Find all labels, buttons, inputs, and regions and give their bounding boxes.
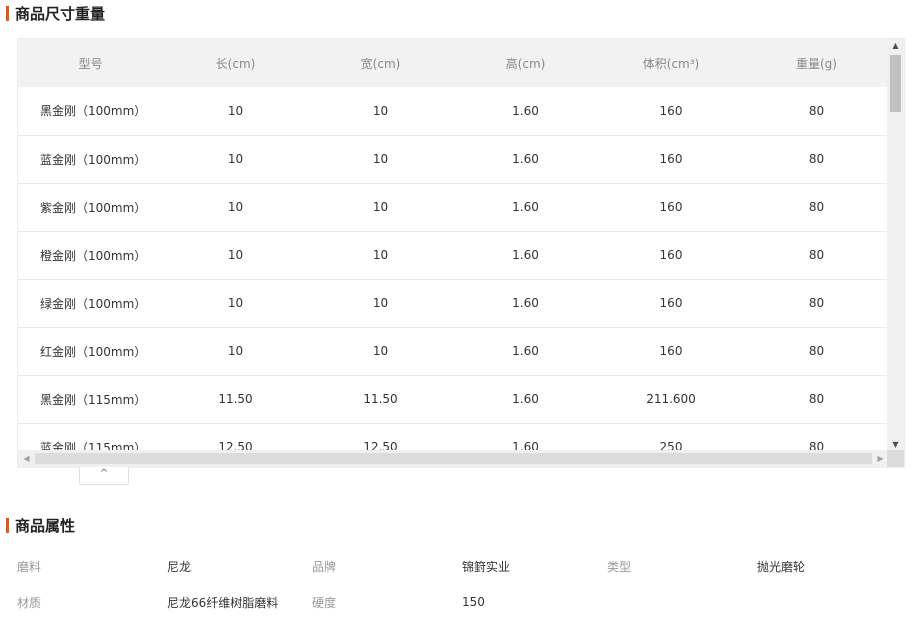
cell-model: 红金刚（100mm） — [40, 344, 147, 359]
cell-height: 1.60 — [512, 103, 539, 118]
cell-weight: 80 — [808, 344, 825, 358]
cell-volume: 211.600 — [646, 392, 696, 406]
cell-height: 1.60 — [512, 344, 539, 358]
header-volume: 体积(cm³) — [642, 56, 700, 71]
cell-height: 1.60 — [512, 392, 539, 406]
cell-model: 蓝金刚（115mm） — [40, 440, 147, 453]
cell-length: 10 — [227, 200, 244, 214]
header-width: 宽(cm) — [360, 56, 401, 71]
attr-label-type: 类型 — [607, 559, 632, 574]
cell-width: 10 — [372, 152, 389, 166]
collapse-button[interactable]: ^ — [79, 467, 129, 485]
cell-width: 10 — [372, 296, 389, 310]
size-table-container: 型号 长(cm) 宽(cm) 高(cm) 体积(cm³) 重量(g) 黑金刚（1… — [17, 38, 905, 468]
cell-width: 12.50 — [363, 440, 398, 452]
cell-volume: 160 — [659, 344, 683, 358]
attr-value-brand: 锦篈实业 — [462, 559, 511, 574]
cell-weight: 80 — [808, 248, 825, 262]
cell-length: 12.50 — [218, 440, 253, 452]
cell-volume: 160 — [659, 248, 683, 262]
cell-width: 11.50 — [363, 392, 398, 406]
cell-height: 1.60 — [512, 248, 539, 262]
cell-length: 10 — [227, 152, 244, 166]
header-height: 高(cm) — [505, 56, 546, 71]
cell-volume: 160 — [659, 103, 683, 118]
cell-weight: 80 — [808, 103, 825, 118]
cell-width: 10 — [372, 344, 389, 358]
size-table-viewport[interactable]: 型号 长(cm) 宽(cm) 高(cm) 体积(cm³) 重量(g) 黑金刚（1… — [18, 39, 889, 452]
vertical-scrollbar[interactable]: ▲ ▼ — [887, 39, 904, 452]
table-row: 紫金刚（100mm） 10 10 1.60 160 80 — [18, 183, 889, 231]
table-row: 橙金刚（100mm） 10 10 1.60 160 80 — [18, 231, 889, 279]
cell-volume: 160 — [659, 296, 683, 310]
size-section-title-text: 商品尺寸重量 — [15, 4, 106, 23]
cell-length: 11.50 — [218, 392, 253, 406]
cell-model: 蓝金刚（100mm） — [40, 152, 147, 167]
cell-length: 10 — [227, 296, 244, 310]
cell-height: 1.60 — [512, 296, 539, 310]
attr-value-abrasive: 尼龙 — [167, 559, 192, 574]
cell-length: 10 — [227, 103, 244, 118]
size-table: 型号 长(cm) 宽(cm) 高(cm) 体积(cm³) 重量(g) 黑金刚（1… — [18, 39, 889, 452]
cell-length: 10 — [227, 344, 244, 358]
chevron-up-icon: ^ — [99, 468, 109, 479]
cell-length: 10 — [227, 248, 244, 262]
attr-value-type: 抛光磨轮 — [757, 559, 806, 574]
header-model: 型号 — [78, 56, 103, 71]
table-row: 蓝金刚（115mm） 12.50 12.50 1.60 250 80 — [18, 423, 889, 452]
cell-width: 10 — [372, 200, 389, 214]
cell-width: 10 — [372, 248, 389, 262]
cell-weight: 80 — [808, 440, 825, 452]
attr-label-brand: 品牌 — [312, 559, 337, 574]
attr-label-abrasive: 磨料 — [17, 559, 42, 574]
attribute-list: 磨料 尼龙 品牌 锦篈实业 类型 抛光磨轮 材质 尼龙66纤维树脂磨料 硬度 1… — [17, 548, 905, 620]
table-row: 黑金刚（100mm） 10 10 1.60 160 80 — [18, 87, 889, 135]
cell-model: 黑金刚（115mm） — [40, 392, 147, 407]
attr-section-title: 商品属性 — [6, 515, 75, 535]
attr-value-hardness: 150 — [462, 595, 485, 609]
cell-height: 1.60 — [512, 440, 539, 452]
attribute-row: 磨料 尼龙 品牌 锦篈实业 类型 抛光磨轮 — [17, 548, 905, 584]
section-accent-bar — [6, 517, 9, 533]
table-row: 蓝金刚（100mm） 10 10 1.60 160 80 — [18, 135, 889, 183]
vertical-scroll-thumb[interactable] — [890, 55, 901, 112]
size-section-title: 商品尺寸重量 — [6, 3, 105, 23]
cell-volume: 160 — [659, 200, 683, 214]
cell-model: 橙金刚（100mm） — [40, 248, 147, 263]
table-header-row: 型号 长(cm) 宽(cm) 高(cm) 体积(cm³) 重量(g) — [18, 39, 889, 87]
cell-model: 紫金刚（100mm） — [40, 200, 147, 215]
cell-model: 绿金刚（100mm） — [40, 296, 147, 311]
scroll-left-icon[interactable]: ◀ — [18, 450, 35, 467]
cell-weight: 80 — [808, 152, 825, 166]
cell-height: 1.60 — [512, 152, 539, 166]
table-row: 绿金刚（100mm） 10 10 1.60 160 80 — [18, 279, 889, 327]
table-row: 黑金刚（115mm） 11.50 11.50 1.60 211.600 80 — [18, 375, 889, 423]
cell-volume: 160 — [659, 152, 683, 166]
cell-volume: 250 — [659, 440, 683, 452]
header-weight: 重量(g) — [796, 56, 837, 71]
cell-weight: 80 — [808, 200, 825, 214]
table-row: 红金刚（100mm） 10 10 1.60 160 80 — [18, 327, 889, 375]
cell-model: 黑金刚（100mm） — [40, 104, 147, 119]
header-length: 长(cm) — [215, 56, 256, 71]
scroll-up-icon[interactable]: ▲ — [887, 39, 904, 53]
scrollbar-corner — [887, 450, 904, 467]
horizontal-scrollbar[interactable]: ◀ ▶ — [18, 450, 889, 467]
horizontal-scroll-thumb[interactable] — [35, 453, 872, 464]
cell-weight: 80 — [808, 392, 825, 406]
attribute-row: 材质 尼龙66纤维树脂磨料 硬度 150 — [17, 584, 905, 620]
cell-width: 10 — [372, 103, 389, 118]
cell-height: 1.60 — [512, 200, 539, 214]
cell-weight: 80 — [808, 296, 825, 310]
attr-section-title-text: 商品属性 — [15, 516, 76, 535]
attr-value-material: 尼龙66纤维树脂磨料 — [167, 595, 279, 610]
attr-label-material: 材质 — [17, 595, 42, 610]
attr-label-hardness: 硬度 — [312, 595, 337, 610]
section-accent-bar — [6, 5, 9, 21]
